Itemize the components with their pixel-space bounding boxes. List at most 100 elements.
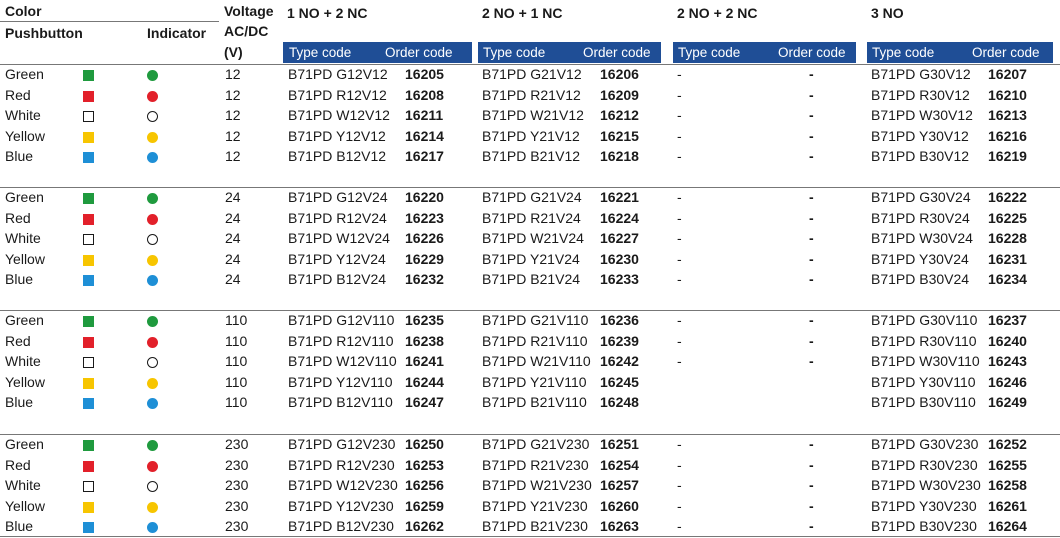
type-code: B71PD G30V24: [871, 189, 971, 205]
pushbutton-color-swatch-icon: [83, 90, 94, 102]
type-code: B71PD G21V110: [482, 312, 589, 328]
order-code-header: Order code: [778, 45, 846, 60]
type-code: B71PD R12V12: [288, 86, 387, 103]
voltage-value: 12: [225, 66, 241, 82]
group-header-2no1nc: 2 NO + 1 NC: [482, 5, 563, 21]
color-name: Green: [5, 436, 44, 452]
type-code: B71PD W21V230: [482, 477, 592, 494]
type-code: B71PD B12V24: [288, 271, 387, 288]
indicator-color-dot-icon: [147, 90, 158, 102]
order-code: 16257: [600, 477, 639, 494]
color-name: Blue: [5, 271, 34, 288]
order-code: 16228: [988, 230, 1027, 247]
color-name: White: [5, 107, 41, 124]
order-code: 16221: [600, 189, 639, 205]
pushbutton-color-swatch-icon: [83, 131, 94, 143]
type-code: B71PD G21V24: [482, 189, 582, 205]
type-code: B71PD R12V110: [288, 332, 394, 349]
type-code: -: [677, 250, 682, 267]
order-code: 16220: [405, 189, 444, 205]
group-header-2no2nc: 2 NO + 2 NC: [677, 5, 758, 21]
group-header-3no: 3 NO: [871, 5, 904, 21]
type-code: B71PD W21V110: [482, 353, 591, 370]
type-code: B71PD R30V110: [871, 332, 977, 349]
type-code: B71PD R21V230: [482, 456, 589, 473]
order-code: -: [809, 271, 814, 288]
indicator-color-dot-icon: [147, 275, 158, 287]
order-code: 16246: [988, 373, 1027, 390]
type-code: -: [677, 436, 682, 452]
order-code: 16241: [405, 353, 444, 370]
type-code: B71PD Y21V24: [482, 250, 580, 267]
voltage-value: 110: [225, 394, 248, 411]
order-code: 16256: [405, 477, 444, 494]
type-code: -: [677, 230, 682, 247]
order-code: -: [809, 477, 814, 494]
type-code: B71PD Y30V24: [871, 250, 969, 267]
order-code: 16208: [405, 86, 444, 103]
order-code: 16242: [600, 353, 639, 370]
color-name: White: [5, 230, 41, 247]
type-code: -: [677, 353, 682, 370]
color-name: Red: [5, 332, 31, 349]
order-code: -: [809, 332, 814, 349]
color-name: Green: [5, 189, 44, 205]
order-code: 16249: [988, 394, 1027, 411]
block-rule: [0, 434, 1060, 435]
order-code: -: [809, 86, 814, 103]
pushbutton-color-swatch-icon: [83, 522, 94, 534]
type-code: B71PD G30V12: [871, 66, 971, 82]
order-code: 16237: [988, 312, 1027, 328]
order-code: 16225: [988, 209, 1027, 226]
order-code: 16243: [988, 353, 1027, 370]
order-code: 16211: [405, 107, 444, 124]
order-code-header: Order code: [385, 45, 453, 60]
type-code: B71PD B21V24: [482, 271, 581, 288]
type-code-header: Type code: [872, 45, 935, 60]
order-code: -: [809, 230, 814, 247]
order-code: 16224: [600, 209, 639, 226]
order-code: 16212: [600, 107, 639, 124]
order-code: 16232: [405, 271, 444, 288]
indicator-color-dot-icon: [147, 481, 158, 493]
voltage-unit-header: (V): [224, 44, 243, 60]
type-code: B71PD Y12V24: [288, 250, 386, 267]
type-code: -: [677, 497, 682, 514]
order-code: -: [809, 127, 814, 144]
color-name: Green: [5, 66, 44, 82]
order-code: 16209: [600, 86, 639, 103]
block-rule: [0, 310, 1060, 311]
voltage-value: 24: [225, 230, 241, 247]
indicator-color-dot-icon: [147, 398, 158, 410]
voltage-value: 110: [225, 373, 248, 390]
order-code: -: [809, 148, 814, 165]
type-code: B71PD R30V230: [871, 456, 978, 473]
pushbutton-color-swatch-icon: [83, 152, 94, 164]
order-code: 16258: [988, 477, 1027, 494]
order-code: 16245: [600, 373, 639, 390]
voltage-value: 12: [225, 148, 241, 165]
type-code: B71PD W30V24: [871, 230, 973, 247]
order-code: 16239: [600, 332, 639, 349]
indicator-color-dot-icon: [147, 357, 158, 369]
pushbutton-color-swatch-icon: [83, 440, 94, 451]
pushbutton-color-swatch-icon: [83, 213, 94, 225]
color-name: Blue: [5, 518, 34, 535]
voltage-value: 24: [225, 250, 241, 267]
type-code: B71PD W12V12: [288, 107, 390, 124]
table-bottom-rule: [0, 536, 1060, 537]
indicator-color-dot-icon: [147, 152, 158, 164]
type-code: B71PD W12V110: [288, 353, 397, 370]
order-code: 16207: [988, 66, 1027, 82]
color-name: Red: [5, 209, 31, 226]
pushbutton-color-swatch-icon: [83, 398, 94, 410]
voltage-value: 12: [225, 86, 241, 103]
pushbutton-color-swatch-icon: [83, 275, 94, 287]
type-code: B71PD R12V230: [288, 456, 395, 473]
voltage-value: 230: [225, 436, 249, 452]
order-code: -: [809, 497, 814, 514]
header-rule-color: [0, 21, 219, 22]
pushbutton-color-swatch-icon: [83, 501, 94, 513]
type-code: B71PD G21V12: [482, 66, 582, 82]
order-code: 16255: [988, 456, 1027, 473]
